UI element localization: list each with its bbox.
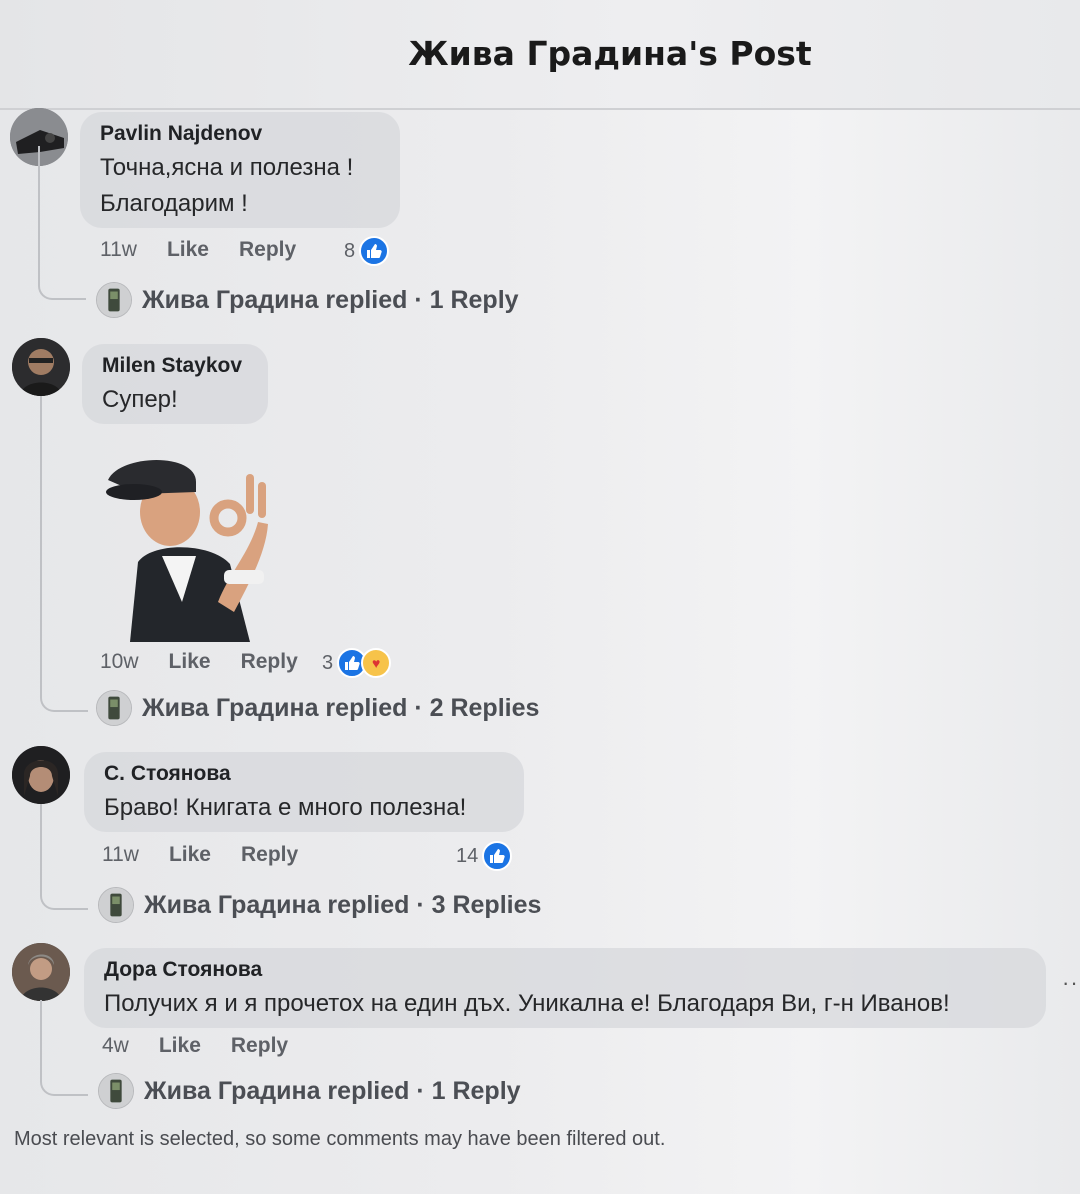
like-button[interactable]: Like <box>169 650 211 674</box>
thread-line <box>38 146 86 300</box>
reply-button[interactable]: Reply <box>241 650 298 674</box>
comment-bubble: С. Стоянова Браво! Книгата е много полез… <box>84 752 524 832</box>
comment-actions: 11w Like Reply <box>100 238 326 262</box>
like-button[interactable]: Like <box>167 238 209 262</box>
comment-author[interactable]: Pavlin Najdenov <box>100 122 380 146</box>
comment-time[interactable]: 10w <box>100 650 139 674</box>
comment-actions: 4w Like Reply <box>102 1034 318 1058</box>
reaction-count: 8 <box>344 239 356 262</box>
avatar[interactable] <box>12 338 70 396</box>
more-options-icon[interactable]: ··· <box>1062 970 1080 996</box>
like-button[interactable]: Like <box>169 843 211 867</box>
replies-link[interactable]: Жива Градина replied · 1 Reply <box>96 282 519 318</box>
thread-line <box>40 396 88 712</box>
comment-time[interactable]: 11w <box>102 843 139 867</box>
comment-text: Получих я и я прочетох на един дъх. Уник… <box>104 990 950 1017</box>
comment-text: Браво! Книгата е много полезна! <box>104 794 467 821</box>
post-header: Жива Градина's Post <box>0 0 1080 110</box>
like-icon <box>482 841 513 871</box>
avatar[interactable] <box>12 943 70 1001</box>
replies-text[interactable]: Жива Градина replied · 1 Reply <box>142 286 519 315</box>
reaction-summary[interactable]: 8 <box>344 236 390 266</box>
avatar[interactable] <box>12 746 70 804</box>
replies-text[interactable]: Жива Градина replied · 3 Replies <box>144 891 541 920</box>
replies-text[interactable]: Жива Градина replied · 1 Reply <box>144 1077 521 1106</box>
reply-button[interactable]: Reply <box>239 238 296 262</box>
comment-bubble: Milen Staykov Супер! <box>82 344 268 424</box>
care-icon: ♥ <box>361 648 392 678</box>
like-button[interactable]: Like <box>159 1034 201 1058</box>
replies-link[interactable]: Жива Градина replied · 3 Replies <box>98 887 541 923</box>
comment-time[interactable]: 11w <box>100 238 137 262</box>
comment-bubble: Дора Стоянова Получих я и я прочетох на … <box>84 948 1046 1028</box>
replies-link[interactable]: Жива Градина replied · 1 Reply <box>98 1073 521 1109</box>
comment-author[interactable]: Дора Стоянова <box>104 958 1026 982</box>
comment-actions: 11w Like Reply <box>102 843 328 867</box>
replies-text[interactable]: Жива Градина replied · 2 Replies <box>142 694 539 723</box>
page-avatar <box>96 690 132 726</box>
reaction-summary[interactable]: 3 ♥ <box>322 648 392 678</box>
thread-line <box>40 804 88 910</box>
filter-note: Most relevant is selected, so some comme… <box>14 1128 666 1150</box>
comment-time[interactable]: 4w <box>102 1034 129 1058</box>
page-avatar <box>96 282 132 318</box>
comment-text: Точна,ясна и полезна ! Благодарим ! <box>100 154 354 217</box>
page-title: Жива Градина's Post <box>408 34 812 73</box>
page-avatar <box>98 1073 134 1109</box>
reply-button[interactable]: Reply <box>241 843 298 867</box>
replies-link[interactable]: Жива Градина replied · 2 Replies <box>96 690 539 726</box>
avatar-sticker[interactable] <box>100 452 280 642</box>
comment-author[interactable]: С. Стоянова <box>104 762 504 786</box>
reaction-count: 3 <box>322 651 334 674</box>
page-avatar <box>98 887 134 923</box>
reply-button[interactable]: Reply <box>231 1034 288 1058</box>
like-icon <box>359 236 390 266</box>
thread-line <box>40 1000 88 1096</box>
comment-author[interactable]: Milen Staykov <box>102 354 248 378</box>
reaction-summary[interactable]: 14 <box>456 841 513 871</box>
comment-text: Супер! <box>102 386 178 413</box>
reaction-count: 14 <box>456 844 479 867</box>
comment-actions: 10w Like Reply <box>100 650 328 674</box>
comment-bubble: Pavlin Najdenov Точна,ясна и полезна ! Б… <box>80 112 400 228</box>
